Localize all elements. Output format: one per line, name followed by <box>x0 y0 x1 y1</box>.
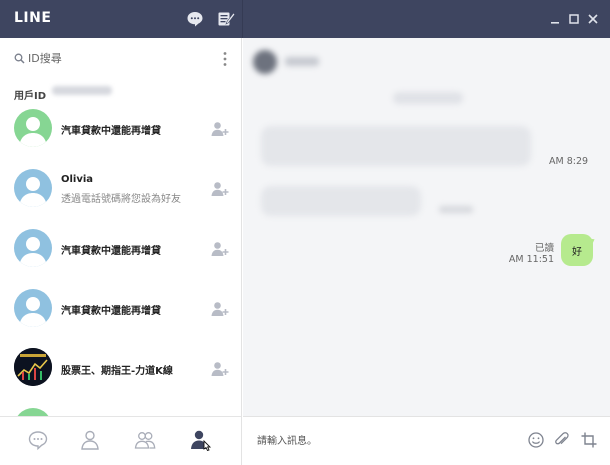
sent-message-time: AM 11:51 <box>508 254 554 265</box>
message-composer <box>243 416 610 465</box>
avatar <box>14 169 52 207</box>
add-friend-icon[interactable] <box>211 361 229 377</box>
date-divider <box>393 92 463 104</box>
add-friend-icon[interactable] <box>211 121 229 137</box>
user-id-row: 用戶ID <box>14 84 112 102</box>
avatar <box>14 109 52 147</box>
title-bar: LINE <box>0 0 610 38</box>
read-receipt: 已讀 <box>534 243 554 254</box>
add-friend-icon[interactable] <box>211 241 229 257</box>
friend-icon[interactable] <box>79 429 101 451</box>
friend-list-item[interactable]: 汽車貸款中還能再增貸 <box>0 98 241 158</box>
friend-status-message: 透過電話號碼將您設為好友 <box>61 194 181 205</box>
friend-name: Olivia <box>61 174 94 185</box>
search-input[interactable] <box>28 48 208 68</box>
friend-list-item[interactable]: 汽車貸款中還能再增貸 <box>0 218 241 278</box>
message-input[interactable] <box>257 431 497 451</box>
add-friend-icon[interactable] <box>211 301 229 317</box>
chat-avatar <box>253 50 277 74</box>
app-logo: LINE <box>14 10 52 26</box>
user-id-value-redacted <box>52 86 112 95</box>
avatar <box>14 348 52 386</box>
crop-icon[interactable] <box>580 431 598 449</box>
received-message-bubble <box>261 126 531 166</box>
friend-list-item[interactable]: 股票王、期指王-力道K線 <box>0 338 241 398</box>
more-options-icon[interactable] <box>222 51 228 67</box>
chat-bubble-icon[interactable] <box>186 10 204 28</box>
search-bar <box>0 38 241 78</box>
attach-icon[interactable] <box>553 431 571 449</box>
search-icon <box>14 53 25 64</box>
chat-title-redacted <box>285 57 319 66</box>
titlebar-divider <box>242 0 243 38</box>
add-friend-icon[interactable] <box>211 181 229 197</box>
friend-name: 汽車貸款中還能再增貸 <box>61 126 161 137</box>
friend-list-item[interactable]: Olivia 透過電話號碼將您設為好友 <box>0 158 241 218</box>
default-avatar-icon <box>19 117 47 147</box>
group-icon[interactable] <box>134 429 156 451</box>
edit-icon[interactable] <box>217 10 235 28</box>
friends-panel: 用戶ID 汽車貸款中還能再增貸 Olivia 透過電話 <box>0 38 242 465</box>
chat-panel: AM 8:29 已讀 AM 11:51 好 <box>243 38 610 465</box>
friend-name: 汽車貸款中還能再增貸 <box>61 306 161 317</box>
sent-message-bubble[interactable]: 好 <box>561 234 593 266</box>
stock-chart-avatar-icon <box>14 348 52 386</box>
chats-icon[interactable] <box>27 429 49 451</box>
close-icon[interactable] <box>586 12 600 26</box>
minimize-icon[interactable] <box>548 12 562 26</box>
default-avatar-icon <box>19 177 47 207</box>
friend-name: 股票王、期指王-力道K線 <box>61 366 173 377</box>
avatar <box>14 229 52 267</box>
emoji-icon[interactable] <box>527 431 545 449</box>
default-avatar-icon <box>19 237 47 267</box>
default-avatar-icon <box>19 297 47 327</box>
friend-list-item[interactable]: 汽車貸款中還能再增貸 <box>0 278 241 338</box>
friend-name: 汽車貸款中還能再增貸 <box>61 246 161 257</box>
add-friend-icon[interactable] <box>189 429 215 451</box>
bottom-nav <box>0 416 241 465</box>
maximize-icon[interactable] <box>567 12 581 26</box>
received-message-bubble <box>261 186 421 216</box>
avatar <box>14 289 52 327</box>
received-message-time: AM 8:29 <box>549 156 589 167</box>
received-message-time-redacted <box>439 206 473 213</box>
